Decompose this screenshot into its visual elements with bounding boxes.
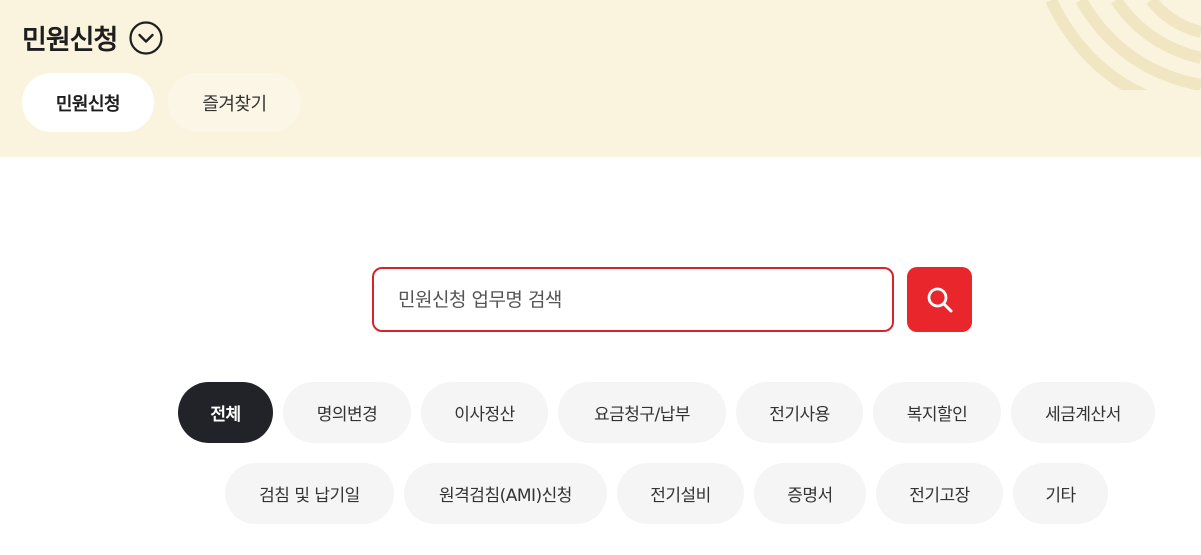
category-chip[interactable]: 이사정산 <box>421 382 548 443</box>
category-chip-all[interactable]: 전체 <box>178 382 273 443</box>
category-chip[interactable]: 복지할인 <box>873 382 1001 443</box>
category-chip[interactable]: 요금청구/납부 <box>558 382 726 443</box>
page-header: 민원신청 민원신청 즐겨찾기 <box>0 0 1201 157</box>
tab-civil-application[interactable]: 민원신청 <box>22 73 154 132</box>
category-chip[interactable]: 증명서 <box>754 463 866 524</box>
category-chip[interactable]: 전기고장 <box>876 463 1003 524</box>
category-chip[interactable]: 원격검침(AMI)신청 <box>404 463 607 524</box>
category-chip[interactable]: 전기설비 <box>617 463 744 524</box>
search-icon <box>927 287 952 312</box>
category-chip[interactable]: 검침 및 납기일 <box>225 463 394 524</box>
search-button[interactable] <box>907 267 972 332</box>
category-chip[interactable]: 명의변경 <box>283 382 411 443</box>
chevron-down-icon <box>129 20 163 55</box>
tab-bar: 민원신청 즐겨찾기 <box>22 73 301 132</box>
category-chip[interactable]: 전기사용 <box>736 382 863 443</box>
page-title: 민원신청 <box>22 25 118 56</box>
decorative-stripes <box>1045 0 1201 90</box>
tab-favorites[interactable]: 즐겨찾기 <box>168 73 301 132</box>
title-dropdown-button[interactable] <box>129 20 163 55</box>
search-box <box>372 267 894 332</box>
search-input[interactable] <box>374 269 892 330</box>
title-row: 민원신청 <box>22 18 163 57</box>
category-chip[interactable]: 세금계산서 <box>1011 382 1155 443</box>
category-chip[interactable]: 기타 <box>1013 463 1108 524</box>
